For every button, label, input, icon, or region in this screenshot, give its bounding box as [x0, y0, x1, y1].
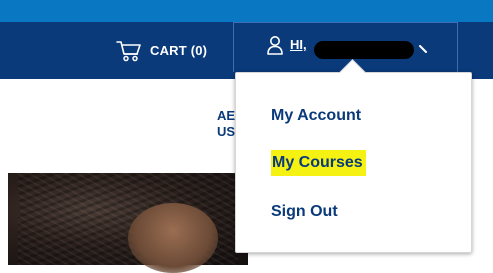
cart-label: CART (0) — [150, 43, 208, 58]
redacted-username — [314, 41, 414, 59]
chevron-down-icon — [418, 40, 428, 58]
menu-item-label: My Account — [271, 107, 362, 124]
top-utility-bar — [0, 0, 493, 22]
menu-item-my-courses[interactable]: My Courses — [271, 150, 366, 176]
background-text-line-1: AE — [217, 108, 236, 123]
photo-face — [128, 203, 218, 273]
cart-link[interactable]: CART (0) — [116, 22, 207, 79]
account-greeting: HI, — [290, 37, 307, 52]
menu-item-my-account[interactable]: My Account — [271, 104, 363, 128]
hero-photo — [8, 173, 248, 273]
account-dropdown-menu: My Account My Courses Sign Out — [235, 72, 472, 253]
menu-item-label: My Courses — [271, 150, 366, 176]
menu-item-label: Sign Out — [271, 203, 338, 220]
user-icon — [267, 35, 283, 60]
cart-icon — [116, 40, 142, 62]
menu-item-sign-out[interactable]: Sign Out — [271, 200, 340, 224]
background-text-line-2: US — [217, 124, 236, 139]
